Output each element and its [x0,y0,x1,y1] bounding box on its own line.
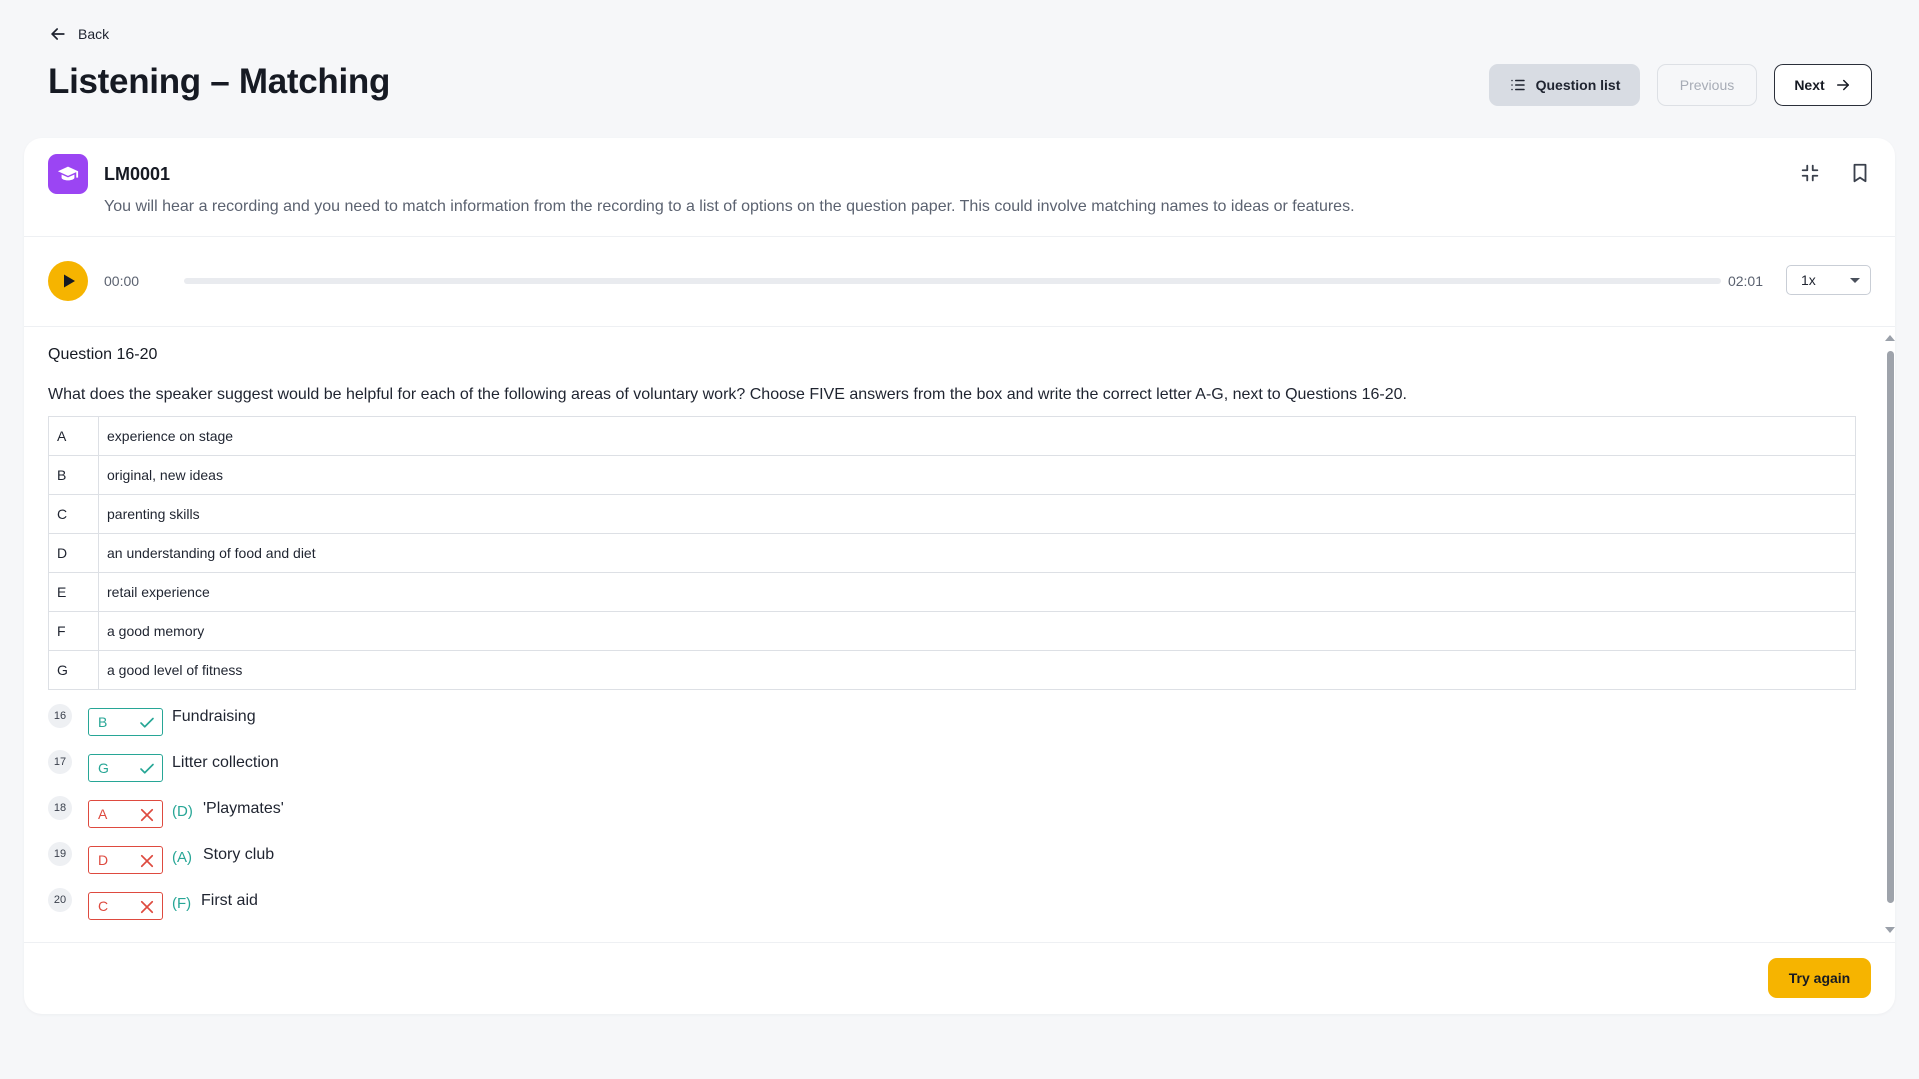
option-row: Ga good level of fitness [48,650,1856,690]
question-instruction: What does the speaker suggest would be h… [48,386,1407,403]
answer-value: C [98,898,109,914]
answer-input[interactable]: C [88,892,163,920]
option-text: an understanding of food and diet [98,533,1856,573]
option-text: a good memory [98,611,1856,651]
arrow-left-icon [51,28,65,40]
audio-player: 00:00 02:01 1x [48,260,1871,302]
scroll-up-arrow[interactable] [1885,335,1895,341]
option-text: experience on stage [98,416,1856,456]
play-icon [64,274,75,288]
option-row: Cparenting skills [48,494,1856,534]
answer-row: 19 D (A) Story club [48,842,1881,888]
question-number: 17 [48,750,72,774]
divider [24,326,1895,327]
answer-label: First aid [201,892,258,909]
answer-value: D [98,852,109,868]
divider [24,942,1895,943]
option-row: Boriginal, new ideas [48,455,1856,495]
answer-label: Fundraising [172,708,256,725]
option-row: Dan understanding of food and diet [48,533,1856,573]
option-letter: E [48,572,99,612]
option-text: original, new ideas [98,455,1856,495]
answer-row: 16 B Fundraising [48,704,1881,750]
option-letter: C [48,494,99,534]
try-again-button[interactable]: Try again [1768,958,1871,998]
correct-answer: (D) [172,803,193,820]
close-icon [140,808,154,822]
option-text: parenting skills [98,494,1856,534]
question-range: Question 16-20 [48,346,158,363]
answers-list: 16 B Fundraising 17 G Litter collection 18 A (D)… [48,704,1881,934]
scroll-down-arrow[interactable] [1885,927,1895,933]
question-type-badge [48,154,88,194]
option-text: a good level of fitness [98,650,1856,690]
arrow-right-icon [1836,79,1849,91]
option-text: retail experience [98,572,1856,612]
answer-input[interactable]: B [88,708,163,736]
question-card: LM0001 You will hear a recording and you… [24,138,1895,1014]
card-header: LM0001 You will hear a recording and you… [48,154,1871,234]
answer-value: A [98,806,108,822]
divider [24,236,1895,237]
playback-speed-value: 1x [1801,272,1816,288]
current-time: 00:00 [104,273,140,289]
answer-label: Story club [203,846,275,863]
answer-row: 17 G Litter collection [48,750,1881,796]
duration: 02:01 [1727,273,1763,289]
card-actions [1799,162,1871,184]
close-icon [140,900,154,914]
option-row: Aexperience on stage [48,416,1856,456]
page-title: Listening – Matching [48,62,391,101]
answer-row: 20 C (F) First aid [48,888,1881,934]
question-list-button[interactable]: Question list [1489,64,1640,106]
answer-row: 18 A (D) 'Playmates' [48,796,1881,842]
option-letter: F [48,611,99,651]
option-row: Eretail experience [48,572,1856,612]
close-icon [140,854,154,868]
question-list-label: Question list [1535,77,1621,93]
previous-label: Previous [1679,77,1735,93]
answer-value: G [98,760,109,776]
list-icon [1510,79,1525,91]
question-body: Question 16-20 What does the speaker sug… [48,346,1881,934]
answer-label: 'Playmates' [203,800,284,817]
next-label: Next [1794,77,1825,93]
playback-speed-select[interactable]: 1x [1786,265,1871,295]
back-label: Back [78,26,110,42]
question-code: LM0001 [104,164,171,184]
option-row: Fa good memory [48,611,1856,651]
question-number: 19 [48,842,72,866]
question-number: 16 [48,704,72,728]
answer-input[interactable]: G [88,754,163,782]
audio-progress-track[interactable] [184,278,1721,284]
option-letter: D [48,533,99,573]
options-table: Aexperience on stage Boriginal, new ideas… [48,416,1856,690]
answer-input[interactable]: D [88,846,163,874]
question-description: You will hear a recording and you need t… [104,198,1355,215]
option-letter: A [48,416,99,456]
play-button[interactable] [48,261,88,301]
graduation-cap-icon [57,166,79,181]
correct-answer: (F) [172,895,192,912]
previous-button[interactable]: Previous [1657,64,1757,106]
check-icon [140,717,154,728]
collapse-icon[interactable] [1799,162,1821,184]
back-button[interactable]: Back [48,24,109,44]
caret-down-icon [1850,278,1860,283]
question-number: 20 [48,888,72,912]
next-button[interactable]: Next [1774,64,1872,106]
answer-input[interactable]: A [88,800,163,828]
bookmark-icon[interactable] [1849,162,1871,184]
top-actions: Question list Previous Next [1489,64,1872,106]
answer-value: B [98,714,108,730]
option-letter: B [48,455,99,495]
correct-answer: (A) [172,849,192,866]
scrollbar-thumb[interactable] [1887,351,1894,903]
option-letter: G [48,650,99,690]
answer-label: Litter collection [172,754,279,771]
check-icon [140,763,154,774]
question-number: 18 [48,796,72,820]
